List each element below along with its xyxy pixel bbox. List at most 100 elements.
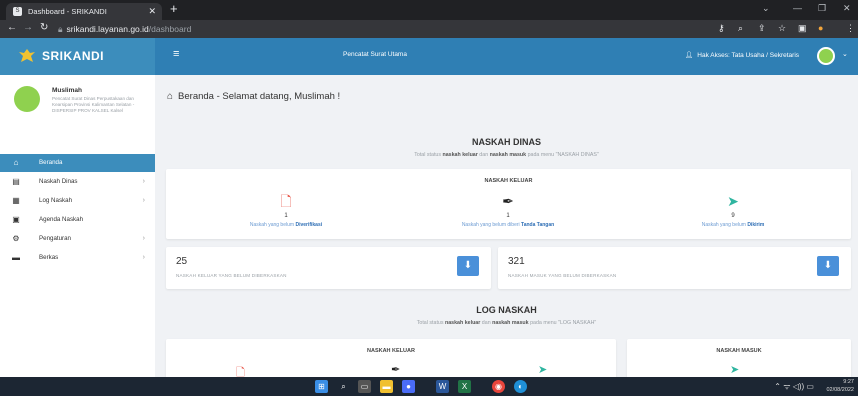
windows-taskbar: ⊞ ⌕ ▭ ▬ ● W X ◉ ◐ ⌃ ᯤ ◁)) ▭ 9:27 02/08/2… (0, 377, 858, 396)
favicon-icon: S (13, 7, 22, 16)
sidebar-item-pengaturan[interactable]: ⚙ Pengaturan › (0, 230, 155, 248)
browser-tab-bar: S Dashboard - SRIKANDI ✕ + ⌄ — ❐ ✕ (0, 0, 858, 20)
share-icon[interactable]: ⇪ (758, 23, 766, 34)
reload-button[interactable]: ↻ (40, 22, 48, 33)
sidebar: Muslimah Pencatat Surat Dinas Perpustaka… (0, 75, 155, 377)
breadcrumb[interactable]: Beranda (178, 91, 214, 102)
edge-icon[interactable]: ◐ (514, 380, 527, 393)
sidepanel-icon[interactable]: ▣ (798, 23, 807, 34)
chevron-down-icon[interactable]: ⌄ (842, 50, 848, 58)
section-title-naskah-dinas: NASKAH DINAS (471, 137, 541, 147)
chevron-right-icon: › (142, 235, 145, 242)
card-title: NASKAH KELUAR (484, 178, 533, 184)
user-description: Pencatat Surat Dinas Perpustakaan dan Ke… (52, 96, 135, 113)
user-icon: 👤︎ (685, 52, 694, 59)
section-subtitle-naskah-dinas: Total status naskah keluar dan naskah ma… (414, 152, 599, 158)
document-icon: ▤ (12, 177, 20, 186)
tab-title: Dashboard - SRIKANDI (28, 7, 107, 16)
close-tab-icon[interactable]: ✕ (148, 3, 156, 20)
app-brand-header: SRIKANDI (0, 38, 155, 75)
stat-caption: Naskah yang belum Diverifikasi (249, 222, 323, 228)
log-naskah-masuk-card: NASKAH MASUK ➤ (627, 339, 851, 379)
avatar[interactable] (817, 47, 835, 65)
sidebar-item-agenda-naskah[interactable]: ▣ Agenda Naskah (0, 211, 155, 229)
count-value: 25 (176, 256, 188, 267)
card-title: NASKAH MASUK (716, 348, 762, 354)
log-naskah-keluar-card: NASKAH KELUAR 🗋︎ ✒ ➤ (166, 339, 616, 379)
access-label: Hak Akses: Tata Usaha / Sekretaris (697, 52, 800, 59)
role-title: Pencatat Surat Utama (343, 51, 407, 58)
windows-start-icon[interactable]: ⊞ (315, 380, 328, 393)
stat-belum-dikirim[interactable]: ➤ 9 Naskah yang belum Dikirim (623, 193, 843, 228)
url-path: /dashboard (148, 24, 192, 34)
key-icon[interactable]: ⚷ (718, 23, 725, 34)
minimize-button[interactable]: — (793, 3, 802, 13)
section-title-log-naskah: LOG NASKAH (476, 305, 537, 315)
zoom-icon[interactable]: ⌕ (738, 23, 743, 34)
section-subtitle-log-naskah: Total status naskah keluar dan naskah ma… (416, 320, 597, 326)
search-icon[interactable]: ⌕ (337, 380, 350, 393)
sidebar-item-beranda[interactable]: ⌂ Beranda (0, 154, 155, 172)
chat-icon[interactable]: ● (402, 380, 415, 393)
task-view-icon[interactable]: ▭ (358, 380, 371, 393)
file-explorer-icon[interactable]: ▬ (380, 380, 393, 393)
count-value: 321 (508, 256, 525, 267)
sidebar-item-label: Agenda Naskah (39, 216, 84, 223)
stat-belum-tanda-tangan[interactable]: ✒ 1 Naskah yang belum diberi Tanda Tanga… (398, 193, 618, 228)
send-icon: ➤ (730, 364, 740, 376)
clock-time: 9:27 (843, 379, 854, 385)
archive-download-button[interactable]: ⬇ (817, 256, 839, 276)
stat-caption: Naskah yang belum Dikirim (701, 222, 765, 228)
count-card-keluar: 25 NASKAH KELUAR YANG BELUM DIBERKASKAN … (166, 247, 491, 289)
url-host: srikandi.layanan.go.id (66, 24, 149, 34)
card-title: NASKAH KELUAR (367, 348, 415, 354)
folder-icon: ▬ (12, 253, 20, 262)
pen-icon: ✒ (502, 193, 514, 209)
pen-icon: ✒ (391, 364, 401, 376)
excel-icon[interactable]: X (458, 380, 471, 393)
stat-value: 9 (731, 213, 735, 219)
browser-tab[interactable]: S Dashboard - SRIKANDI ✕ (6, 3, 162, 20)
sidebar-item-berkas[interactable]: ▬ Berkas › (0, 249, 155, 267)
count-caption: NASKAH KELUAR YANG BELUM DIBERKASKAN (176, 273, 287, 278)
greeting-text: - Selamat datang, Muslimah ! (213, 91, 341, 102)
system-tray[interactable]: ⌃ ᯤ ◁)) ▭ (774, 381, 814, 392)
home-icon: ⌂ (167, 91, 174, 102)
forward-button[interactable]: → (23, 22, 33, 33)
tab-search-icon[interactable]: ⌄ (762, 3, 770, 14)
stat-belum-diverifikasi[interactable]: 🗋︎ 1 Naskah yang belum Diverifikasi (176, 193, 396, 228)
agenda-icon: ▣ (12, 215, 20, 224)
sidebar-item-label: Berkas (39, 254, 59, 261)
sidebar-item-label: Log Naskah (39, 197, 73, 204)
chrome-icon[interactable]: ◉ (492, 380, 505, 393)
user-name: Muslimah (52, 87, 82, 94)
new-tab-button[interactable]: + (170, 1, 178, 16)
maximize-button[interactable]: ❐ (818, 3, 826, 14)
access-dropdown[interactable]: 👤︎ Hak Akses: Tata Usaha / Sekretaris (685, 51, 799, 59)
document-icon: 🗋︎ (280, 193, 292, 209)
browser-menu-icon[interactable]: ⋮ (846, 23, 855, 34)
user-panel: Muslimah Pencatat Surat Dinas Perpustaka… (0, 75, 155, 150)
main-content: ⌂ Beranda - Selamat datang, Muslimah ! NA… (155, 75, 858, 379)
chevron-right-icon: › (142, 197, 145, 204)
user-avatar (14, 86, 40, 112)
page-greeting: ⌂ Beranda - Selamat datang, Muslimah ! (167, 91, 340, 102)
sidebar-item-label: Beranda (39, 159, 63, 166)
url-field[interactable]: 🔒︎ srikandi.layanan.go.id/dashboard (58, 22, 698, 36)
sidebar-item-label: Pengaturan (39, 235, 71, 242)
back-button[interactable]: ← (7, 22, 17, 33)
clock[interactable]: 9:27 02/08/2022 (826, 378, 854, 394)
word-icon[interactable]: W (436, 380, 449, 393)
browser-address-bar: ← → ↻ 🔒︎ srikandi.layanan.go.id/dashboard… (0, 20, 858, 38)
brand-name[interactable]: SRIKANDI (42, 49, 104, 63)
profile-icon[interactable]: ● (818, 23, 823, 33)
garuda-logo-icon (19, 49, 35, 62)
archive-download-button[interactable]: ⬇ (457, 256, 479, 276)
stat-value: 1 (506, 213, 510, 219)
bookmark-star-icon[interactable]: ☆ (778, 23, 786, 34)
sidebar-item-label: Naskah Dinas (39, 178, 78, 185)
sidebar-item-log-naskah[interactable]: ▦ Log Naskah › (0, 192, 155, 210)
close-window-button[interactable]: ✕ (843, 3, 851, 14)
sidebar-item-naskah-dinas[interactable]: ▤ Naskah Dinas › (0, 173, 155, 191)
send-icon: ➤ (538, 364, 548, 376)
